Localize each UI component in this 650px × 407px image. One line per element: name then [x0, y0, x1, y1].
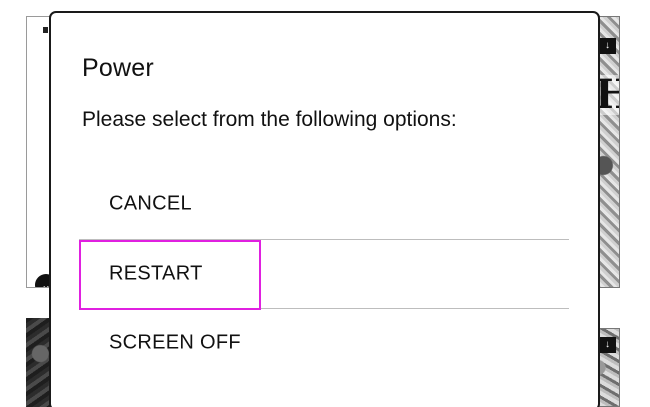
- kindle-screen: ⌄ H ↓ ↓ Power Please select from the fol…: [0, 0, 650, 407]
- restart-label: RESTART: [109, 262, 203, 284]
- screen-off-button[interactable]: SCREEN OFF: [79, 308, 569, 376]
- download-badge-icon: ↓: [599, 337, 616, 353]
- cover-mark: [43, 27, 48, 33]
- power-dialog: Power Please select from the following o…: [49, 11, 600, 407]
- dialog-message: Please select from the following options…: [82, 108, 457, 131]
- screen-off-label: SCREEN OFF: [109, 331, 241, 353]
- cancel-label: CANCEL: [109, 192, 192, 215]
- dialog-title: Power: [82, 54, 154, 82]
- restart-button[interactable]: RESTART: [79, 239, 569, 307]
- download-badge-icon: ↓: [599, 38, 616, 54]
- cancel-button[interactable]: CANCEL: [79, 170, 569, 238]
